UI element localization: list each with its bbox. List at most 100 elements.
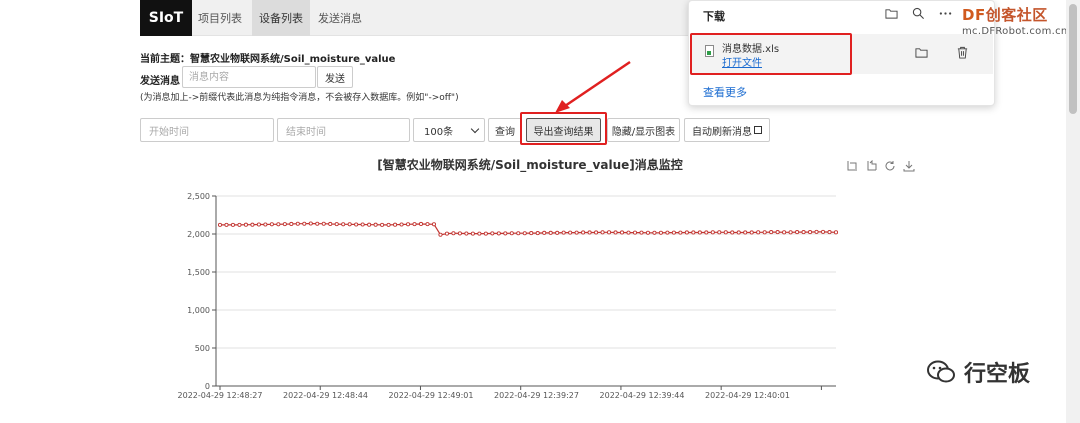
data-point (289, 221, 294, 227)
data-point (795, 230, 800, 235)
auto-refresh-label: 自动刷新消息 (692, 126, 752, 138)
export-highlight-box (520, 112, 607, 145)
tab-device-list[interactable]: 设备列表 (252, 0, 310, 36)
send-hint: (为消息加上->前缀代表此消息为纯指令消息，不会被存入数据库。例如"->off"… (140, 93, 459, 103)
limit-select[interactable]: 100条 (413, 118, 485, 142)
data-point (626, 230, 631, 235)
data-point (808, 230, 813, 235)
x-tick-label: 2022-04-29 12:39:27 (494, 391, 579, 400)
data-point (632, 230, 638, 235)
y-tick-label: 0 (205, 382, 210, 391)
data-point (820, 229, 826, 234)
x-tick-label: 2022-04-29 12:39:44 (600, 391, 685, 400)
data-point (315, 221, 320, 226)
data-point (555, 230, 560, 235)
vertical-scrollbar[interactable] (1066, 0, 1080, 423)
auto-refresh-checkbox[interactable] (754, 126, 762, 134)
data-point (678, 230, 683, 235)
refresh-icon[interactable] (884, 160, 896, 172)
y-tick-label: 1,000 (187, 306, 210, 315)
data-point (276, 222, 281, 227)
y-tick-label: 2,000 (187, 230, 210, 239)
y-tick-label: 1,500 (187, 268, 210, 277)
data-point (568, 230, 573, 235)
download-icon[interactable] (903, 160, 915, 172)
data-point (645, 230, 651, 235)
send-message-label: 发送消息 (140, 76, 180, 87)
data-point (691, 230, 696, 235)
y-tick-label: 2,500 (187, 192, 210, 201)
zoom-reset-icon[interactable] (865, 160, 877, 172)
download-item-actions (915, 46, 969, 59)
see-more-link[interactable]: 查看更多 (703, 84, 747, 100)
start-time-input[interactable]: 开始时间 (140, 118, 274, 142)
data-point (302, 221, 307, 226)
message-input[interactable] (182, 66, 316, 88)
data-point (762, 230, 767, 235)
series-line (220, 222, 837, 236)
data-point (224, 222, 229, 227)
data-point (386, 222, 391, 227)
data-point (529, 231, 534, 236)
data-point (399, 222, 404, 227)
data-point (775, 230, 780, 235)
send-button[interactable]: 发送 (317, 66, 353, 88)
download-panel-title: 下载 (703, 10, 725, 23)
data-point (269, 222, 274, 227)
data-point (457, 231, 462, 236)
x-tick-label: 2022-04-29 12:48:27 (178, 391, 263, 400)
y-tick-label: 500 (195, 344, 210, 353)
data-point (561, 230, 566, 235)
data-point (483, 231, 488, 236)
data-point (503, 231, 508, 236)
data-point (477, 231, 482, 236)
data-point (243, 222, 248, 227)
data-point (237, 222, 242, 227)
tab-project-list[interactable]: 项目列表 (192, 0, 248, 36)
wechat-account-name: 行空板 (964, 362, 1031, 387)
show-in-folder-icon[interactable] (915, 46, 928, 59)
end-time-input[interactable]: 结束时间 (277, 118, 410, 142)
current-topic: 当前主题：智慧农业物联网系统/Soil_moisture_value (140, 54, 396, 65)
search-icon[interactable] (912, 7, 925, 20)
brand-logo[interactable]: SIoT (140, 0, 192, 36)
data-point (425, 222, 430, 227)
data-point (360, 222, 365, 227)
data-point (347, 222, 352, 227)
data-point (717, 230, 722, 235)
data-point (671, 230, 676, 235)
data-point (470, 231, 475, 236)
watermark-df: DF (962, 6, 986, 24)
toggle-chart-button[interactable]: 隐藏/显示图表 (607, 118, 680, 142)
delete-icon[interactable] (956, 46, 969, 59)
data-point (295, 221, 300, 226)
data-point (373, 222, 378, 227)
tab-send-message[interactable]: 发送消息 (312, 0, 368, 36)
data-point (542, 230, 547, 235)
query-button[interactable]: 查询 (488, 118, 522, 142)
folder-icon[interactable] (885, 7, 898, 20)
data-point (412, 222, 417, 227)
zoom-icon[interactable] (846, 160, 858, 172)
data-point (321, 221, 326, 226)
data-point (801, 230, 806, 235)
data-point (230, 222, 236, 227)
data-point (704, 230, 709, 235)
data-point (607, 230, 612, 235)
data-point (393, 222, 398, 227)
limit-value: 100条 (424, 126, 454, 138)
data-point (490, 231, 495, 236)
data-point (613, 230, 618, 235)
x-tick-label: 2022-04-29 12:48:44 (283, 391, 368, 400)
annotation-arrow (561, 60, 631, 110)
data-point (496, 231, 501, 236)
data-point (697, 230, 702, 235)
data-point (743, 230, 748, 235)
more-icon[interactable] (939, 7, 952, 20)
scrollbar-thumb[interactable] (1069, 4, 1077, 114)
data-point (619, 230, 625, 235)
auto-refresh-toggle[interactable]: 自动刷新消息 (684, 118, 770, 142)
chevron-down-icon (470, 124, 480, 134)
data-point (548, 230, 553, 235)
data-point (652, 230, 657, 235)
